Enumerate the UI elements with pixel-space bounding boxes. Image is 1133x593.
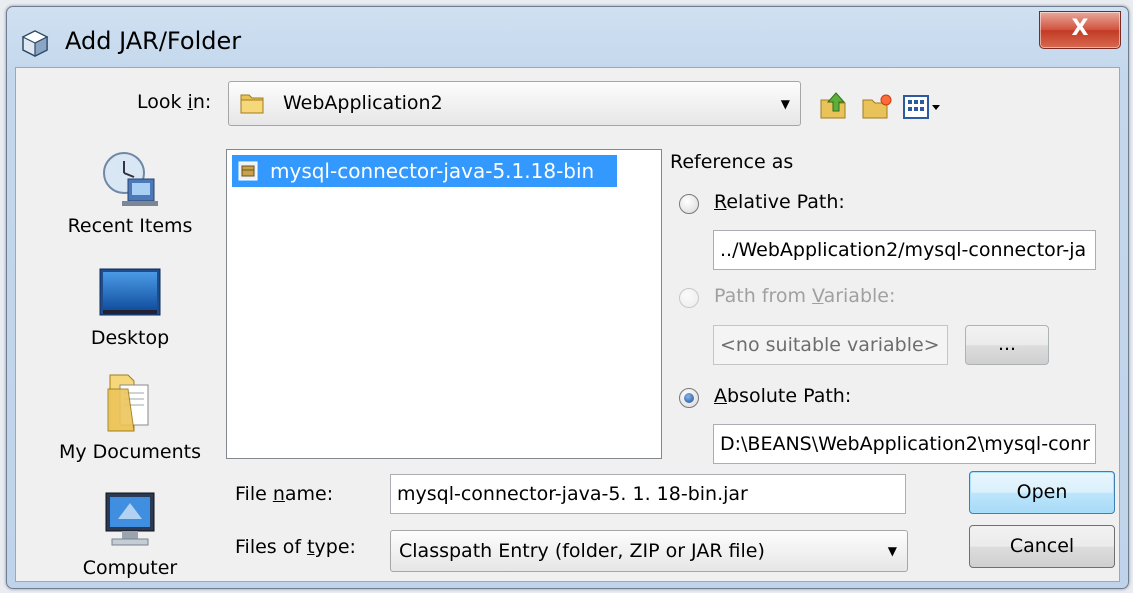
variable-field: <no suitable variable> xyxy=(713,325,948,365)
relative-path-radio[interactable] xyxy=(679,194,699,214)
relative-path-label[interactable]: Relative Path: xyxy=(714,191,845,213)
place-desktop[interactable]: Desktop xyxy=(45,267,215,349)
absolute-path-radio[interactable] xyxy=(679,388,699,408)
reference-heading: Reference as xyxy=(670,151,794,173)
absolute-path-field[interactable]: D:\BEANS\WebApplication2\mysql-conr xyxy=(713,424,1096,464)
places-bar: Recent Items Desktop My Documents Comput… xyxy=(45,149,215,581)
radio-selected-dot xyxy=(684,393,694,403)
place-my-documents[interactable]: My Documents xyxy=(45,369,215,463)
cancel-button[interactable]: Cancel xyxy=(969,525,1115,568)
desktop-icon xyxy=(99,268,161,316)
chevron-down-icon: ▼ xyxy=(887,544,897,558)
dialog-body: Look in: WebApplication2 ▼ Recent Items … xyxy=(15,67,1120,582)
folder-icon xyxy=(240,94,264,114)
look-in-value: WebApplication2 xyxy=(283,92,443,114)
path-from-variable-radio[interactable] xyxy=(679,288,699,308)
file-type-label: Files of type: xyxy=(235,536,356,558)
browse-variable-button[interactable]: ... xyxy=(965,325,1049,365)
look-in-label: Look in: xyxy=(137,91,212,113)
file-name-label: File name: xyxy=(235,483,334,505)
absolute-path-label[interactable]: Absolute Path: xyxy=(714,385,851,407)
file-name-input[interactable]: mysql-connector-java-5. 1. 18-bin.jar xyxy=(390,474,906,514)
place-label: Computer xyxy=(82,557,178,579)
close-button[interactable]: X xyxy=(1039,11,1121,49)
look-in-combo[interactable]: WebApplication2 ▼ xyxy=(228,81,801,126)
window-title: Add JAR/Folder xyxy=(65,27,242,55)
list-item[interactable]: mysql-connector-java-5.1.18-bin xyxy=(232,155,617,187)
view-menu-icon[interactable] xyxy=(902,93,942,121)
new-folder-icon[interactable] xyxy=(861,93,893,121)
up-folder-icon[interactable] xyxy=(818,91,848,121)
file-name-text: mysql-connector-java-5.1.18-bin xyxy=(270,159,595,183)
jar-file-icon xyxy=(238,161,258,181)
place-computer[interactable]: Computer xyxy=(45,489,215,581)
path-from-variable-label: Path from Variable: xyxy=(714,285,896,307)
title-bar[interactable]: Add JAR/Folder X xyxy=(7,7,1128,67)
place-label: Recent Items xyxy=(67,215,193,237)
open-button[interactable]: Open xyxy=(969,471,1115,514)
my-documents-icon xyxy=(107,374,149,432)
file-type-combo[interactable]: Classpath Entry (folder, ZIP or JAR file… xyxy=(390,530,908,572)
app-cube-icon xyxy=(21,30,49,57)
place-recent-items[interactable]: Recent Items xyxy=(45,149,215,237)
recent-items-icon xyxy=(103,152,158,206)
chevron-down-icon: ▼ xyxy=(780,96,790,111)
file-type-value: Classpath Entry (folder, ZIP or JAR file… xyxy=(399,540,765,562)
place-label: Desktop xyxy=(90,327,170,349)
file-list[interactable]: mysql-connector-java-5.1.18-bin xyxy=(226,149,662,459)
relative-path-field[interactable]: ../WebApplication2/mysql-connector-ja xyxy=(713,230,1096,270)
computer-icon xyxy=(105,492,155,546)
place-label: My Documents xyxy=(58,441,201,463)
dialog-window: Add JAR/Folder X Look in: WebApplication… xyxy=(6,6,1129,589)
